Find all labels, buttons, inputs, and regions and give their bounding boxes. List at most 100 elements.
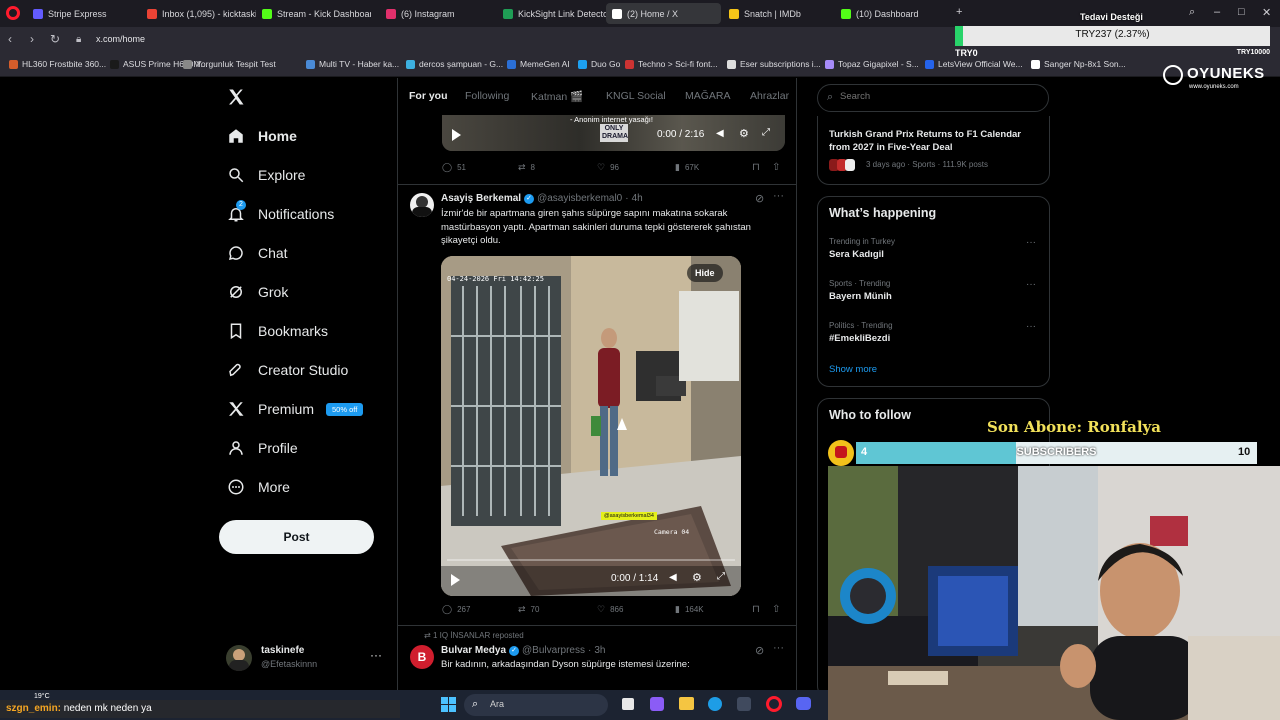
bookmark-item[interactable]: Yorgunluk Tespit Test: [183, 59, 276, 69]
trend-more-icon[interactable]: ···: [1026, 321, 1036, 332]
author-name[interactable]: Asayiş Berkemal: [441, 193, 521, 204]
next-author-avatar[interactable]: B: [410, 645, 434, 669]
start-menu-icon[interactable]: [441, 697, 456, 712]
post-button[interactable]: Post: [219, 520, 374, 554]
prev-video-player[interactable]: - Anonim internet yasağı! ONLY DRAMA 0:0…: [442, 115, 785, 151]
browser-tab[interactable]: Stream - Kick Dashboard: [256, 3, 371, 24]
views-action[interactable]: ▮ 164K: [675, 604, 704, 615]
nav-item-chat[interactable]: Chat: [226, 243, 288, 263]
account-switcher[interactable]: taskinefe @Efetaskinnn ···: [226, 643, 386, 675]
bookmark-item[interactable]: Duo Go: [578, 59, 620, 69]
bookmark-icon[interactable]: ⊓: [752, 162, 760, 173]
settings-icon[interactable]: ⚙︎: [739, 127, 749, 140]
edge-icon[interactable]: [708, 697, 722, 711]
opera-logo-icon[interactable]: [6, 6, 20, 20]
back-icon[interactable]: ‹: [8, 32, 12, 46]
store-icon[interactable]: [737, 697, 751, 711]
nav-item-creator-studio[interactable]: Creator Studio: [226, 360, 348, 380]
browser-tab[interactable]: (6) Instagram: [380, 3, 495, 24]
browser-tab[interactable]: Snatch | IMDb: [723, 3, 838, 24]
file-explorer-icon[interactable]: [679, 697, 694, 710]
bookmark-label: Yorgunluk Tespit Test: [196, 59, 276, 69]
search-box[interactable]: ⌕: [817, 84, 1049, 112]
repost-action[interactable]: ⇄ 70: [518, 604, 539, 615]
post-more-icon[interactable]: ···: [773, 642, 784, 654]
taskbar-search-box[interactable]: ⌕ Ara: [464, 694, 608, 716]
feed-tab[interactable]: Katman 🎬: [531, 90, 583, 103]
views-action[interactable]: ▮ 67K: [675, 162, 699, 173]
fullscreen-icon[interactable]: ⤢: [762, 127, 770, 138]
reply-action[interactable]: ◯ 51: [442, 162, 466, 173]
post-time[interactable]: 4h: [632, 193, 643, 204]
search-input[interactable]: [840, 91, 1030, 102]
feed-tab[interactable]: KNGL Social: [606, 90, 666, 102]
bookmark-item[interactable]: Topaz Gigapixel - S...: [825, 59, 919, 69]
nav-item-bookmarks[interactable]: Bookmarks: [226, 321, 328, 341]
bookmark-item[interactable]: dercos şampuan - G...: [406, 59, 503, 69]
more-dots-icon[interactable]: ···: [370, 648, 382, 662]
trend-more-icon[interactable]: ···: [1026, 279, 1036, 290]
play-icon[interactable]: [451, 574, 460, 586]
feed-tab[interactable]: For you: [409, 90, 448, 102]
trend-item[interactable]: Sports · Trending Bayern Münih ···: [818, 279, 1049, 313]
settings-icon[interactable]: ⚙︎: [692, 571, 702, 584]
browser-tab[interactable]: (10) Dashboard: [835, 3, 950, 24]
bookmark-icon[interactable]: ⊓: [752, 604, 760, 615]
browser-tab[interactable]: (2) Home / X: [606, 3, 721, 24]
nav-item-profile[interactable]: Profile: [226, 438, 298, 458]
trend-item[interactable]: Trending in Turkey Sera Kadıgil ···: [818, 237, 1049, 271]
trend-item[interactable]: Politics · Trending #EmekliBezdi ···: [818, 321, 1049, 355]
next-post-time[interactable]: 3h: [594, 645, 605, 656]
trend-more-icon[interactable]: ···: [1026, 237, 1036, 248]
news-card[interactable]: Turkish Grand Prix Returns to F1 Calenda…: [817, 116, 1050, 185]
nav-item-premium[interactable]: Premium 50% off: [226, 399, 364, 419]
browser-tab[interactable]: Stripe Express: [27, 3, 142, 24]
site-info-icon[interactable]: 🔒︎: [76, 34, 81, 45]
copilot-icon[interactable]: [650, 697, 664, 711]
bookmark-item[interactable]: MemeGen AI: [507, 59, 570, 69]
browser-tab[interactable]: Inbox (1,095) - kicktaskine: [141, 3, 256, 24]
url-field[interactable]: x.com/home: [96, 34, 145, 44]
fullscreen-icon[interactable]: ⤢: [717, 571, 725, 582]
feed-tab[interactable]: MAĞARA: [685, 90, 731, 102]
share-icon[interactable]: ⇧: [772, 604, 780, 615]
mute-icon[interactable]: ◀︎: [669, 572, 677, 583]
nav-item-explore[interactable]: Explore: [226, 165, 305, 185]
nav-item-grok[interactable]: Grok: [226, 282, 288, 302]
browser-tab[interactable]: KickSight Link Detector: [497, 3, 612, 24]
author-avatar[interactable]: [410, 193, 434, 217]
reply-action[interactable]: ◯ 267: [442, 604, 470, 615]
nav-item-notifications[interactable]: Notifications 2: [226, 200, 334, 224]
opera-taskbar-icon[interactable]: [766, 696, 782, 712]
views-icon: ▮: [675, 162, 680, 172]
bookmark-item[interactable]: Multi TV - Haber ka...: [306, 59, 399, 69]
feed-tab[interactable]: Ahrazlar: [750, 90, 789, 102]
reload-icon[interactable]: ↻: [50, 32, 60, 46]
nav-item-home[interactable]: Home: [226, 126, 297, 146]
forward-icon[interactable]: ›: [30, 32, 34, 46]
bookmark-item[interactable]: HL360 Frostbite 360...: [9, 59, 106, 69]
news-title[interactable]: Turkish Grand Prix Returns to F1 Calenda…: [829, 128, 1041, 154]
like-action[interactable]: ♡ 866: [597, 604, 623, 615]
like-action[interactable]: ♡ 96: [597, 162, 619, 173]
next-author-handle[interactable]: @Bulvarpress: [522, 645, 585, 656]
share-icon[interactable]: ⇧: [772, 162, 780, 173]
discord-icon[interactable]: [796, 697, 811, 710]
post-video-player[interactable]: 04-24-2026 Fri 14:42:25 Camera 04 @asayi…: [441, 256, 741, 596]
repost-action[interactable]: ⇄ 8: [518, 162, 535, 173]
play-icon[interactable]: [452, 129, 461, 141]
bookmark-item[interactable]: Techno > Sci-fi font...: [625, 59, 718, 69]
bookmark-item[interactable]: Eser subscriptions i...: [727, 59, 821, 69]
show-more-link[interactable]: Show more: [829, 364, 877, 375]
mute-icon[interactable]: ◀︎: [716, 128, 724, 139]
hide-button[interactable]: Hide: [687, 264, 723, 282]
grok-action-icon[interactable]: ⊘: [755, 192, 764, 205]
x-logo-icon[interactable]: [227, 88, 245, 106]
task-view-icon[interactable]: [622, 698, 634, 710]
next-author-name[interactable]: Bulvar Medya: [441, 645, 506, 656]
grok-action-icon[interactable]: ⊘: [755, 644, 764, 657]
post-more-icon[interactable]: ···: [773, 190, 784, 202]
feed-tab[interactable]: Following: [465, 90, 509, 102]
nav-item-more[interactable]: More: [226, 477, 290, 497]
author-handle[interactable]: @asayisberkemal0: [537, 193, 622, 204]
